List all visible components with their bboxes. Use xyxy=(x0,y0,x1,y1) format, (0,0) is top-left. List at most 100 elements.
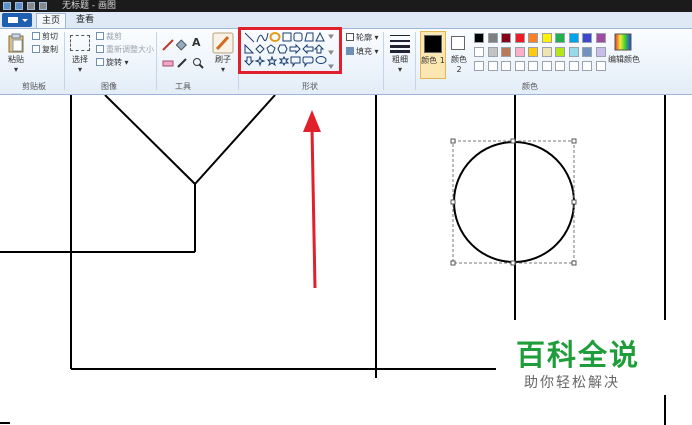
pencil-icon[interactable] xyxy=(162,39,174,51)
palette-swatch[interactable] xyxy=(555,47,565,57)
copy-button[interactable]: 复制 xyxy=(32,45,58,55)
outline-label: 轮廓 xyxy=(356,33,372,42)
palette-swatch[interactable] xyxy=(474,33,484,43)
cut-label: 剪切 xyxy=(42,32,58,41)
paint-app-icon xyxy=(3,2,11,10)
palette-empty-slot[interactable] xyxy=(474,61,484,71)
rotate-button[interactable]: 旋转 ▾ xyxy=(96,58,129,68)
text-tool-icon[interactable]: A xyxy=(192,37,201,48)
selection-box xyxy=(450,138,577,266)
palette-empty-slot[interactable] xyxy=(555,61,565,71)
eraser-icon[interactable] xyxy=(162,57,174,69)
color-picker-icon[interactable] xyxy=(176,57,188,69)
magnifier-icon[interactable] xyxy=(192,57,204,69)
undo-icon[interactable] xyxy=(27,2,35,10)
watermark-title: 百科全说 xyxy=(516,338,641,372)
color2-selector[interactable]: 颜色 2 xyxy=(448,31,470,79)
ribbon: 粘贴 ▾ 剪切 复制 剪贴板 选择 ▾ 裁剪 重新调整大小 旋转 ▾ 图像 A … xyxy=(0,29,692,95)
clipboard-group-label: 剪贴板 xyxy=(22,82,46,91)
palette-empty-slot[interactable] xyxy=(595,61,606,71)
palette-swatch[interactable] xyxy=(582,47,592,57)
brush-icon[interactable] xyxy=(212,32,234,54)
paste-button[interactable]: 粘贴 xyxy=(4,55,28,65)
redo-icon[interactable] xyxy=(39,2,47,10)
size-icon[interactable] xyxy=(389,33,411,53)
crop-icon xyxy=(96,32,104,40)
rotate-label: 旋转 xyxy=(106,58,122,67)
brushes-dropdown-icon[interactable]: ▾ xyxy=(217,65,229,75)
fill-icon xyxy=(346,47,354,55)
palette-swatch[interactable] xyxy=(501,47,511,57)
resize-icon xyxy=(96,45,104,53)
palette-swatch[interactable] xyxy=(568,33,579,43)
watermark: 百科全说 助你轻松解决 xyxy=(496,320,692,395)
fill-bucket-icon[interactable] xyxy=(176,39,188,51)
divider xyxy=(383,32,384,90)
rotate-icon xyxy=(96,58,104,66)
divider xyxy=(415,32,416,90)
fill-label: 填充 xyxy=(356,47,372,56)
outline-icon xyxy=(346,33,354,41)
color1-label: 颜色 1 xyxy=(421,56,445,65)
palette-swatch[interactable] xyxy=(541,33,552,43)
palette-swatch[interactable] xyxy=(555,33,565,43)
outline-button[interactable]: 轮廓 ▾ xyxy=(346,33,379,43)
shapes-highlight-box xyxy=(238,27,342,74)
scissors-icon xyxy=(32,32,40,40)
tab-home[interactable]: 主页 xyxy=(36,13,66,28)
color1-selector[interactable]: 颜色 1 xyxy=(420,31,446,79)
crop-button[interactable]: 裁剪 xyxy=(96,32,122,42)
palette-swatch[interactable] xyxy=(595,47,606,57)
tab-view[interactable]: 查看 xyxy=(70,13,100,28)
palette-empty-slot[interactable] xyxy=(568,61,579,71)
palette-swatch[interactable] xyxy=(582,33,592,43)
crop-label: 裁剪 xyxy=(106,32,122,41)
select-icon[interactable] xyxy=(70,35,90,51)
paste-icon[interactable] xyxy=(8,33,24,53)
palette-swatch[interactable] xyxy=(528,33,538,43)
save-icon[interactable] xyxy=(15,2,23,10)
copy-icon xyxy=(32,45,40,53)
size-dropdown-icon[interactable]: ▾ xyxy=(394,65,406,75)
paste-dropdown-icon[interactable]: ▾ xyxy=(10,65,22,75)
select-dropdown-icon[interactable]: ▾ xyxy=(74,65,86,75)
colors-group-label: 颜色 xyxy=(522,82,538,91)
select-button[interactable]: 选择 xyxy=(68,55,92,65)
palette-empty-slot[interactable] xyxy=(514,61,525,71)
cut-button[interactable]: 剪切 xyxy=(32,32,58,42)
ribbon-tabs: 主页 查看 xyxy=(0,12,692,29)
palette-empty-slot[interactable] xyxy=(501,61,511,71)
palette-swatch[interactable] xyxy=(514,47,525,57)
palette-empty-slot[interactable] xyxy=(541,61,552,71)
palette-empty-slot[interactable] xyxy=(582,61,592,71)
palette-swatch[interactable] xyxy=(595,33,606,43)
brushes-button[interactable]: 刷子 xyxy=(210,55,236,65)
fill-button[interactable]: 填充 ▾ xyxy=(346,47,379,57)
edit-colors-icon[interactable] xyxy=(614,33,632,51)
watermark-subtitle: 助你轻松解决 xyxy=(524,375,620,391)
edit-colors-button[interactable]: 编辑颜色 xyxy=(608,55,640,65)
divider xyxy=(156,32,157,90)
palette-swatch[interactable] xyxy=(487,33,498,43)
palette-swatch[interactable] xyxy=(541,47,552,57)
palette-swatch[interactable] xyxy=(514,33,525,43)
palette-empty-slot[interactable] xyxy=(487,61,498,71)
canvas-line xyxy=(104,95,196,185)
palette-swatch[interactable] xyxy=(501,33,511,43)
copy-label: 复制 xyxy=(42,45,58,54)
file-menu-button[interactable] xyxy=(2,13,32,27)
palette-swatch[interactable] xyxy=(487,47,498,57)
red-arrow-annotation xyxy=(303,110,321,289)
color2-swatch xyxy=(451,36,465,50)
divider xyxy=(64,32,65,90)
resize-button[interactable]: 重新调整大小 xyxy=(96,45,154,55)
palette-swatch[interactable] xyxy=(474,47,484,57)
palette-empty-slot[interactable] xyxy=(528,61,538,71)
canvas-line xyxy=(194,95,276,185)
palette-swatch[interactable] xyxy=(528,47,538,57)
color2-label: 颜色 2 xyxy=(451,55,467,74)
palette-swatch[interactable] xyxy=(568,47,579,57)
title-bar: 无标题 - 画图 xyxy=(0,0,692,12)
window-title: 无标题 - 画图 xyxy=(62,1,116,11)
size-button[interactable]: 粗细 xyxy=(388,55,412,65)
